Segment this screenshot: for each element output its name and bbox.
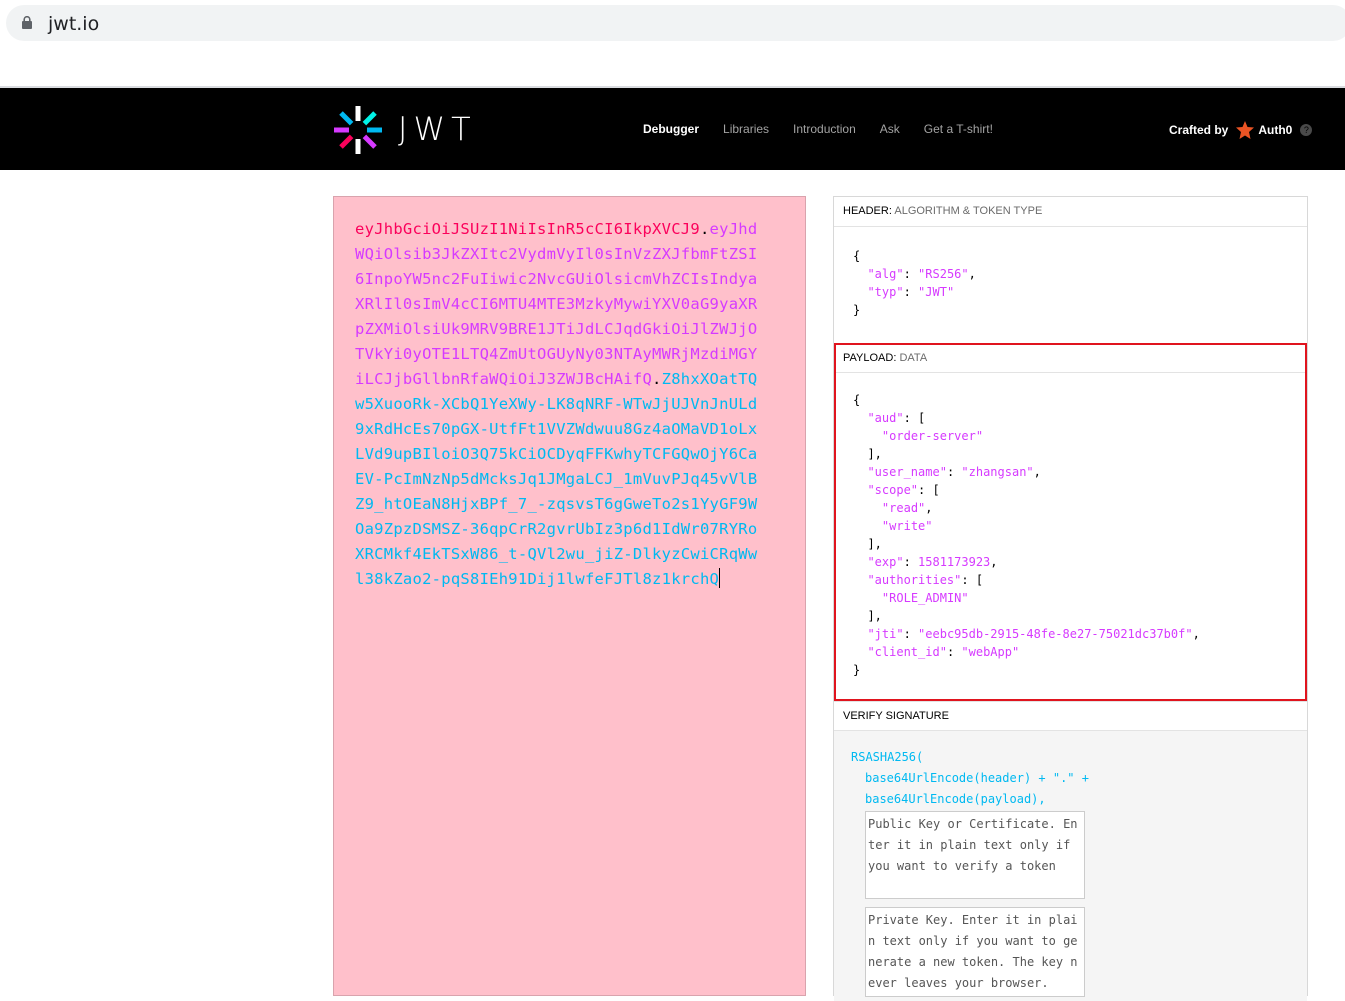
logo-text[interactable]: JWT — [398, 110, 477, 148]
nav-libraries[interactable]: Libraries — [723, 122, 769, 136]
verify-line-payload: base64UrlEncode(payload), — [865, 792, 1046, 806]
auth0-icon — [1236, 121, 1255, 139]
auth0-brand: Auth0 — [1258, 123, 1293, 137]
lock-icon — [22, 16, 32, 29]
scope-value: write — [889, 519, 926, 533]
verify-title: VERIFY SIGNATURE — [843, 710, 949, 722]
encoded-token[interactable]: eyJhbGciOiJSUzI1NiIsInR5cCI6IkpXVCJ9.eyJ… — [355, 217, 765, 592]
verify-section-title: VERIFY SIGNATURE — [834, 701, 1307, 731]
jti-value: eebc95db-2915-48fe-8e27-75021dc37b0f — [925, 627, 1186, 641]
authority-value: ROLE_ADMIN — [889, 591, 962, 605]
jwt-logo-icon[interactable] — [333, 105, 383, 155]
client-id-value: webApp — [968, 645, 1012, 659]
header-title: HEADER: — [843, 205, 892, 217]
text-caret — [719, 568, 721, 588]
alg-value: RS256 — [925, 267, 962, 281]
decoded-panel: HEADER: ALGORITHM & TOKEN TYPE { "alg": … — [833, 196, 1308, 1001]
token-payload-part: eyJhdWQiOlsib3JkZXItc2VydmVyIl0sInVzZXJf… — [355, 220, 758, 388]
token-signature-part: Z8hxXOatTQw5XuooRk-XCbQ1YeXWy-LK8qNRF-WT… — [355, 370, 758, 588]
exp-value: 1581173923 — [918, 555, 991, 569]
header-subtitle: ALGORITHM & TOKEN TYPE — [894, 205, 1043, 217]
scope-value: read — [889, 501, 919, 515]
token-header-part: eyJhbGciOiJSUzI1NiIsInR5cCI6IkpXVCJ9 — [355, 220, 700, 238]
navbar: JWT Debugger Libraries Introduction Ask … — [0, 88, 1345, 170]
nav-ask[interactable]: Ask — [880, 122, 900, 136]
crafted-by[interactable]: Crafted by Auth0 ? — [1169, 121, 1313, 139]
payload-title: PAYLOAD: — [843, 352, 897, 364]
encoded-token-panel[interactable]: eyJhbGciOiJSUzI1NiIsInR5cCI6IkpXVCJ9.eyJ… — [333, 196, 806, 996]
public-key-input[interactable]: Public Key or Certificate. Enter it in p… — [865, 811, 1085, 899]
nav-introduction[interactable]: Introduction — [793, 122, 856, 136]
verify-signature-body: RSASHA256( base64UrlEncode(header) + "."… — [834, 731, 1307, 1001]
nav-menu: Debugger Libraries Introduction Ask Get … — [643, 122, 1017, 136]
nav-tshirt[interactable]: Get a T-shirt! — [924, 122, 993, 136]
token-dot: . — [699, 220, 710, 238]
header-section-title: HEADER: ALGORITHM & TOKEN TYPE — [834, 197, 1307, 227]
aud-value: order-server — [889, 429, 976, 443]
help-icon[interactable]: ? — [1300, 124, 1313, 136]
url-text: jwt.io — [48, 13, 100, 35]
payload-subtitle: DATA — [899, 352, 928, 364]
verify-func: RSASHA256( — [851, 750, 924, 764]
payload-json-editor[interactable]: { "aud": [ "order-server" ], "user_name"… — [853, 391, 1200, 679]
user-name-value: zhangsan — [968, 465, 1027, 479]
verify-line-header: base64UrlEncode(header) + "." + — [865, 771, 1089, 785]
nav-debugger[interactable]: Debugger — [643, 122, 699, 136]
typ-value: JWT — [925, 285, 947, 299]
token-dot: . — [652, 370, 662, 388]
header-json-editor[interactable]: { "alg": "RS256", "typ": "JWT" } — [853, 247, 976, 319]
address-bar[interactable]: jwt.io — [6, 5, 1345, 41]
crafted-by-label: Crafted by — [1169, 123, 1229, 137]
payload-section-title: PAYLOAD: DATA — [834, 343, 1307, 373]
